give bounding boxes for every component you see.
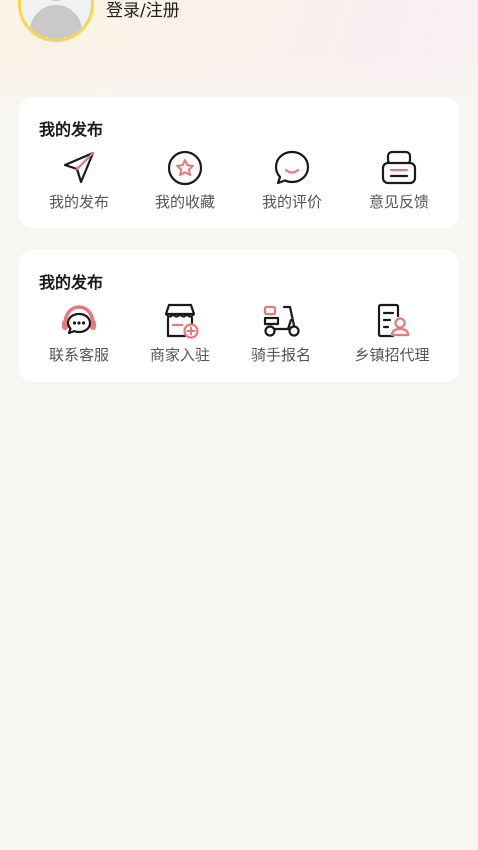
menu-item-label: 联系客服: [48, 346, 109, 364]
section-title: 我的发布: [39, 120, 104, 139]
menu-item-customer-service[interactable]: 联系客服: [29, 302, 129, 368]
menu-item-label: 我的发布: [48, 193, 109, 211]
paper-plane-icon: [63, 151, 95, 184]
headset-icon: [62, 305, 96, 335]
menu-item-label: 我的收藏: [154, 193, 215, 211]
menu-item-label: 骑手报名: [250, 346, 311, 364]
menu-grid: 我的发布 我的收藏 我的评价 意见反馈: [19, 149, 459, 219]
menu-item-rider-signup[interactable]: 骑手报名: [231, 302, 331, 368]
avatar-body-shape: [30, 5, 82, 39]
menu-grid: 联系客服 商家入驻 骑手报名 乡镇招代理: [19, 302, 459, 372]
section-title: 我的发布: [39, 273, 104, 292]
menu-item-label: 乡镇招代理: [354, 346, 430, 364]
chat-bubble-icon: [274, 150, 310, 185]
menu-item-my-posts[interactable]: 我的发布: [29, 149, 129, 215]
menu-item-merchant-join[interactable]: 商家入驻: [130, 302, 230, 368]
services-card: 我的发布 联系客服 商家入驻 骑手报名 乡镇招代理: [19, 250, 459, 382]
menu-item-label: 商家入驻: [149, 346, 210, 364]
star-circle-icon: [167, 150, 203, 186]
menu-item-feedback[interactable]: 意见反馈: [349, 149, 449, 215]
feedback-printer-icon: [381, 150, 417, 185]
menu-item-town-agent[interactable]: 乡镇招代理: [342, 302, 442, 368]
scooter-icon: [263, 305, 300, 337]
avatar-head-shape: [44, 0, 68, 1]
login-register-link[interactable]: 登录/注册: [106, 0, 180, 21]
profile-page: 登录/注册 我的发布 我的发布 我的收藏 我的评价 意见反馈 我的发布 联系客服…: [0, 0, 478, 850]
menu-item-my-reviews[interactable]: 我的评价: [242, 149, 342, 215]
menu-item-favorites[interactable]: 我的收藏: [135, 149, 235, 215]
my-publish-card: 我的发布 我的发布 我的收藏 我的评价 意见反馈: [19, 97, 459, 228]
menu-item-label: 意见反馈: [368, 193, 429, 211]
menu-item-label: 我的评价: [261, 193, 322, 211]
agent-document-icon: [377, 303, 410, 338]
store-add-icon: [164, 303, 199, 339]
